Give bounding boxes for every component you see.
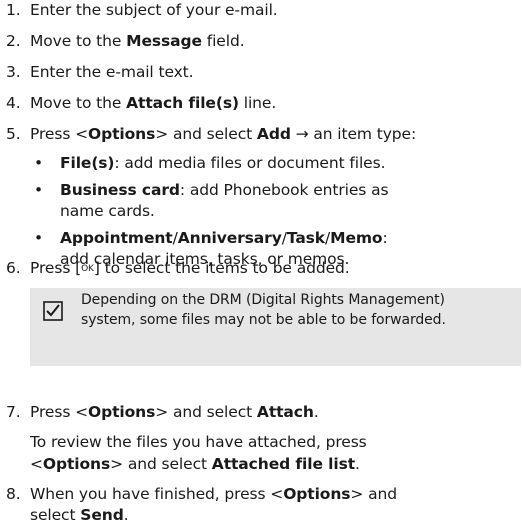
bullet-text: Business card: add Phonebook entries as <box>60 181 389 199</box>
step-8-cont: select Send. <box>30 506 129 524</box>
step-number: 1. <box>6 1 21 19</box>
step-text: Press [OK] to select the items to be add… <box>30 259 350 277</box>
step-number: 5. <box>6 125 21 143</box>
checkbox-note-icon <box>43 301 63 321</box>
step-text: Enter the e-mail text. <box>30 63 194 81</box>
step-number: 2. <box>6 32 21 50</box>
step-text: Press <Options> and select Attach. <box>30 403 319 421</box>
step-text: Move to the Attach file(s) line. <box>30 94 277 112</box>
step-number: 4. <box>6 94 21 112</box>
step-text: Press <Options> and select Add → an item… <box>30 125 417 143</box>
step-number: 3. <box>6 63 21 81</box>
review-line-1: To review the files you have attached, p… <box>30 433 367 451</box>
bullet-text: name cards. <box>60 202 155 220</box>
bullet-text: File(s): add media files or document fil… <box>60 154 386 172</box>
bullet-dot: • <box>34 181 44 199</box>
step-number: 6. <box>6 259 21 277</box>
manual-page: 1. Enter the subject of your e-mail. 2. … <box>0 0 522 528</box>
note-text: Depending on the DRM (Digital Rights Man… <box>81 292 446 328</box>
note-box: Depending on the DRM (Digital Rights Man… <box>30 288 521 366</box>
step-text: When you have finished, press <Options> … <box>30 485 397 503</box>
review-line-2: <Options> and select Attached file list. <box>30 455 360 473</box>
bullet-text: Appointment/Anniversary/Task/Memo: <box>60 229 388 247</box>
bullet-dot: • <box>34 154 44 172</box>
bullet-dot: • <box>34 229 44 247</box>
step-number: 7. <box>6 403 21 421</box>
step-text: Move to the Message field. <box>30 32 245 50</box>
step-text: Enter the subject of your e-mail. <box>30 1 278 19</box>
ok-key-icon: OK <box>81 264 94 274</box>
step-number: 8. <box>6 485 21 503</box>
